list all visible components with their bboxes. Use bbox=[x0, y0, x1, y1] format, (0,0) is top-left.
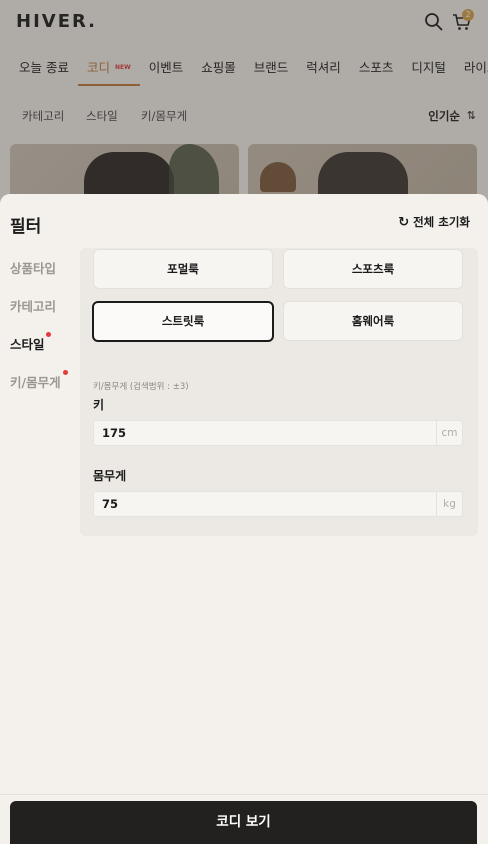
refresh-icon: ↻ bbox=[398, 214, 410, 230]
search-range-hint: 키/몸무게 (검색범위 : ±3) bbox=[93, 382, 189, 392]
style-option-sports[interactable]: 스포츠룩 bbox=[283, 249, 463, 289]
style-option-formal[interactable]: 포멀룩 bbox=[93, 249, 273, 289]
cta-bar: 코디 보기 bbox=[0, 794, 488, 844]
filter-sheet: 필터 ↻ 전체 초기화 상품타입 카테고리 스타일 키/몸무게 포멀룩 스포츠룩… bbox=[0, 194, 488, 844]
height-field[interactable]: 175 cm bbox=[93, 420, 463, 446]
style-option-homewear[interactable]: 홈웨어룩 bbox=[283, 301, 463, 341]
weight-value: 75 bbox=[102, 497, 119, 511]
sidebar-item-category[interactable]: 카테고리 bbox=[10, 296, 56, 315]
filter-title: 필터 bbox=[10, 217, 42, 237]
height-weight-active-dot bbox=[63, 370, 68, 375]
sidebar-item-style[interactable]: 스타일 bbox=[10, 334, 45, 353]
style-option-street[interactable]: 스트릿룩 bbox=[92, 301, 274, 342]
style-active-dot bbox=[46, 332, 51, 337]
weight-field[interactable]: 75 kg bbox=[93, 491, 463, 517]
sidebar-item-height-weight[interactable]: 키/몸무게 bbox=[10, 372, 61, 391]
weight-unit: kg bbox=[436, 492, 462, 516]
sidebar-item-product-type[interactable]: 상품타입 bbox=[10, 258, 56, 277]
weight-label: 몸무게 bbox=[93, 469, 127, 483]
height-value: 175 bbox=[102, 426, 127, 440]
height-unit: cm bbox=[436, 421, 462, 445]
height-label: 키 bbox=[93, 398, 105, 412]
view-codi-button[interactable]: 코디 보기 bbox=[10, 801, 477, 844]
reset-all-button[interactable]: ↻ 전체 초기화 bbox=[398, 214, 470, 230]
